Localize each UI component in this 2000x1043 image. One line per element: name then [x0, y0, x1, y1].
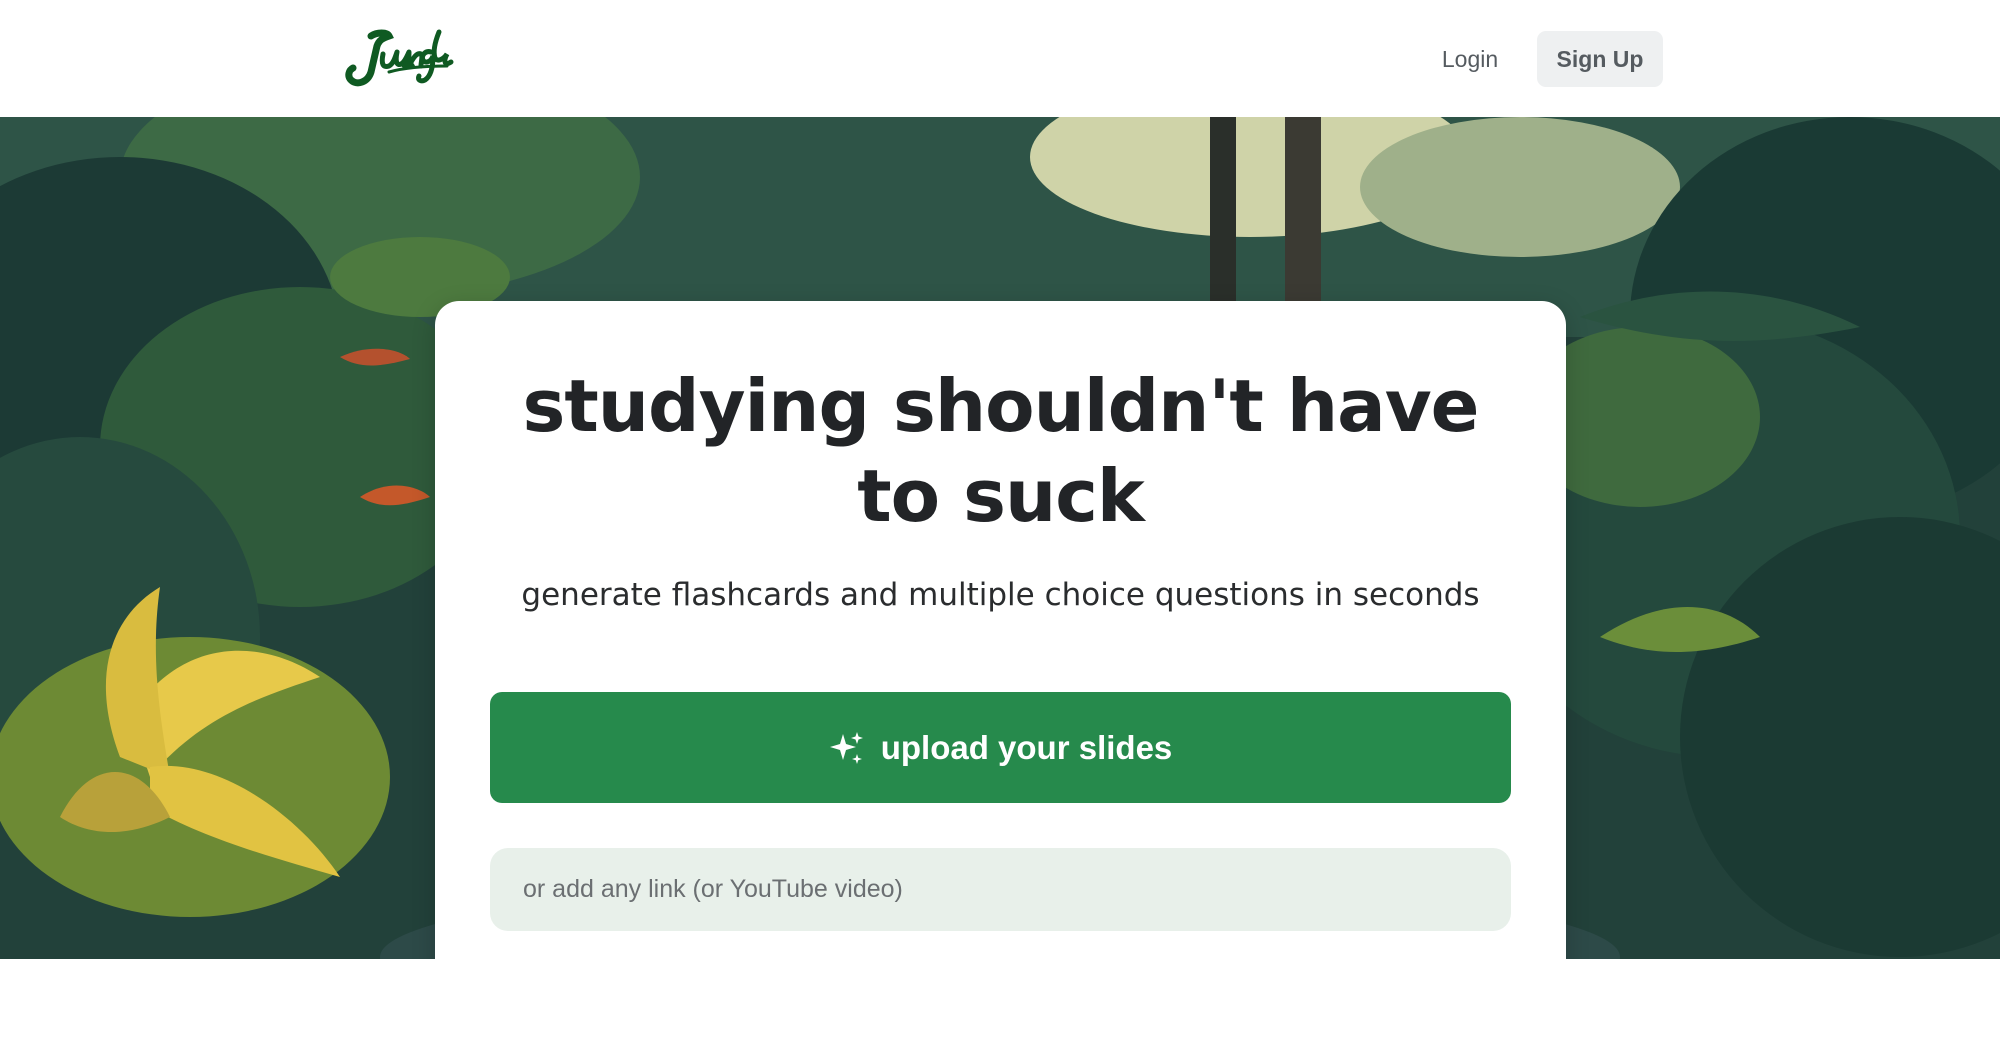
hero-section: studying shouldn't have to suck generate… [0, 117, 2000, 959]
hero-card: studying shouldn't have to suck generate… [435, 301, 1566, 959]
top-navbar: Login Sign Up [0, 0, 2000, 117]
sparkle-icon [829, 730, 865, 766]
jungle-logo[interactable] [343, 22, 455, 90]
hero-headline: studying shouldn't have to suck [522, 364, 1480, 538]
link-input[interactable] [490, 848, 1511, 931]
upload-slides-label: upload your slides [880, 728, 1173, 766]
login-button[interactable]: Login [1420, 31, 1520, 87]
signup-button[interactable]: Sign Up [1537, 31, 1663, 87]
hero-subheadline: generate flashcards and multiple choice … [521, 577, 1480, 613]
upload-slides-button[interactable]: upload your slides [490, 692, 1511, 803]
jungle-logo-icon [345, 29, 454, 87]
